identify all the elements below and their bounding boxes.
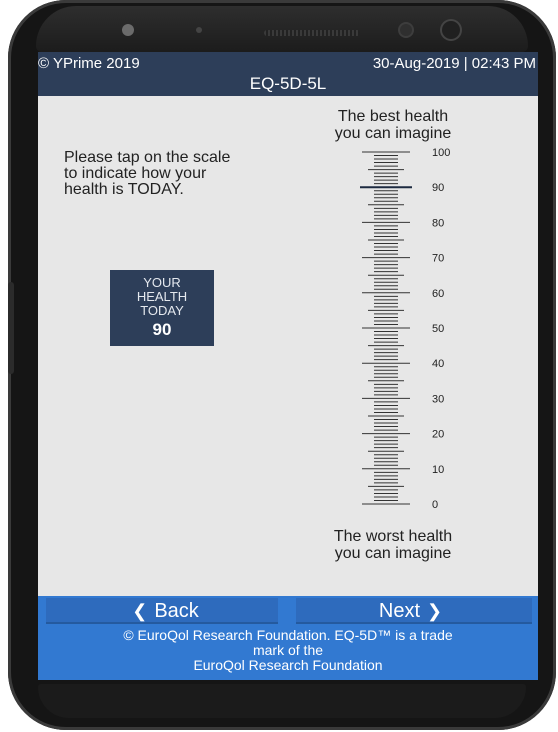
- worst-label-line: you can imagine: [334, 545, 452, 562]
- instruction-line: to indicate how your: [64, 165, 207, 182]
- front-camera-icon: [400, 24, 412, 36]
- worst-label-line: The worst health: [333, 528, 453, 545]
- health-box-label-line: YOUR: [143, 275, 181, 290]
- app-header: © YPrime 2019 30-Aug-2019 | 02:43 PM EQ-…: [38, 52, 538, 96]
- back-button-label: Back: [154, 599, 199, 622]
- app-footer: ❮ Back Next ❯ © EuroQol Research Foundat…: [38, 596, 538, 680]
- health-scale[interactable]: 1009080706050403020100: [352, 144, 472, 514]
- your-health-today-box: YOUR HEALTH TODAY 90: [110, 270, 214, 346]
- scale-tick-label: 90: [432, 182, 444, 194]
- scale-tick-label: 40: [432, 358, 444, 370]
- sensor-dot-icon: [196, 27, 202, 33]
- health-score-value: 90: [152, 320, 172, 339]
- sensor-icon: [122, 24, 134, 36]
- next-button-label: Next: [378, 599, 421, 622]
- chevron-left-icon: ❮: [132, 600, 148, 621]
- best-label-line: The best health: [337, 108, 449, 125]
- scale-tick-label: 70: [432, 253, 444, 265]
- best-label-line: you can imagine: [334, 125, 452, 142]
- chevron-right-icon: ❯: [427, 600, 443, 621]
- instruction-line: Please tap on the scale: [64, 149, 231, 166]
- health-box-label: YOUR HEALTH TODAY: [110, 270, 214, 318]
- notice-line: mark of the: [252, 642, 324, 658]
- instruction-text: Please tap on the scale to indicate how …: [64, 150, 294, 198]
- notice-line: EuroQol Research Foundation: [193, 657, 383, 673]
- scale-tick-label: 100: [432, 147, 450, 159]
- trademark-notice: © EuroQol Research Foundation. EQ-5D™ is…: [38, 628, 538, 673]
- phone-top-bezel: [36, 6, 528, 52]
- best-health-label: The best health you can imagine: [318, 108, 468, 142]
- phone-bottom-bezel: [38, 684, 526, 718]
- health-box-label-line: HEALTH: [136, 289, 188, 304]
- front-camera-lens-icon: [442, 21, 460, 39]
- instruction-line: health is TODAY.: [64, 181, 184, 198]
- scale-tick-label: 0: [432, 499, 438, 511]
- worst-health-label: The worst health you can imagine: [318, 528, 468, 562]
- side-button: [8, 282, 14, 374]
- scale-tick-label: 10: [432, 464, 444, 476]
- scale-tick-label: 20: [432, 429, 444, 441]
- scale-tick-label: 60: [432, 288, 444, 300]
- page-title: EQ-5D-5L: [249, 74, 327, 93]
- scale-tick-label: 80: [432, 217, 444, 229]
- earpiece-speaker: [264, 30, 360, 36]
- health-box-label-line: TODAY: [140, 303, 184, 318]
- scale-tick-label: 30: [432, 393, 444, 405]
- app-screen: © YPrime 2019 30-Aug-2019 | 02:43 PM EQ-…: [38, 52, 538, 680]
- date-time: 30-Aug-2019 | 02:43 PM: [372, 55, 536, 72]
- notice-line: © EuroQol Research Foundation. EQ-5D™ is…: [123, 627, 453, 643]
- next-button[interactable]: Next ❯: [296, 598, 532, 624]
- scale-tick-label: 50: [432, 323, 444, 335]
- copyright-text: © YPrime 2019: [38, 55, 140, 72]
- back-button[interactable]: ❮ Back: [46, 598, 278, 624]
